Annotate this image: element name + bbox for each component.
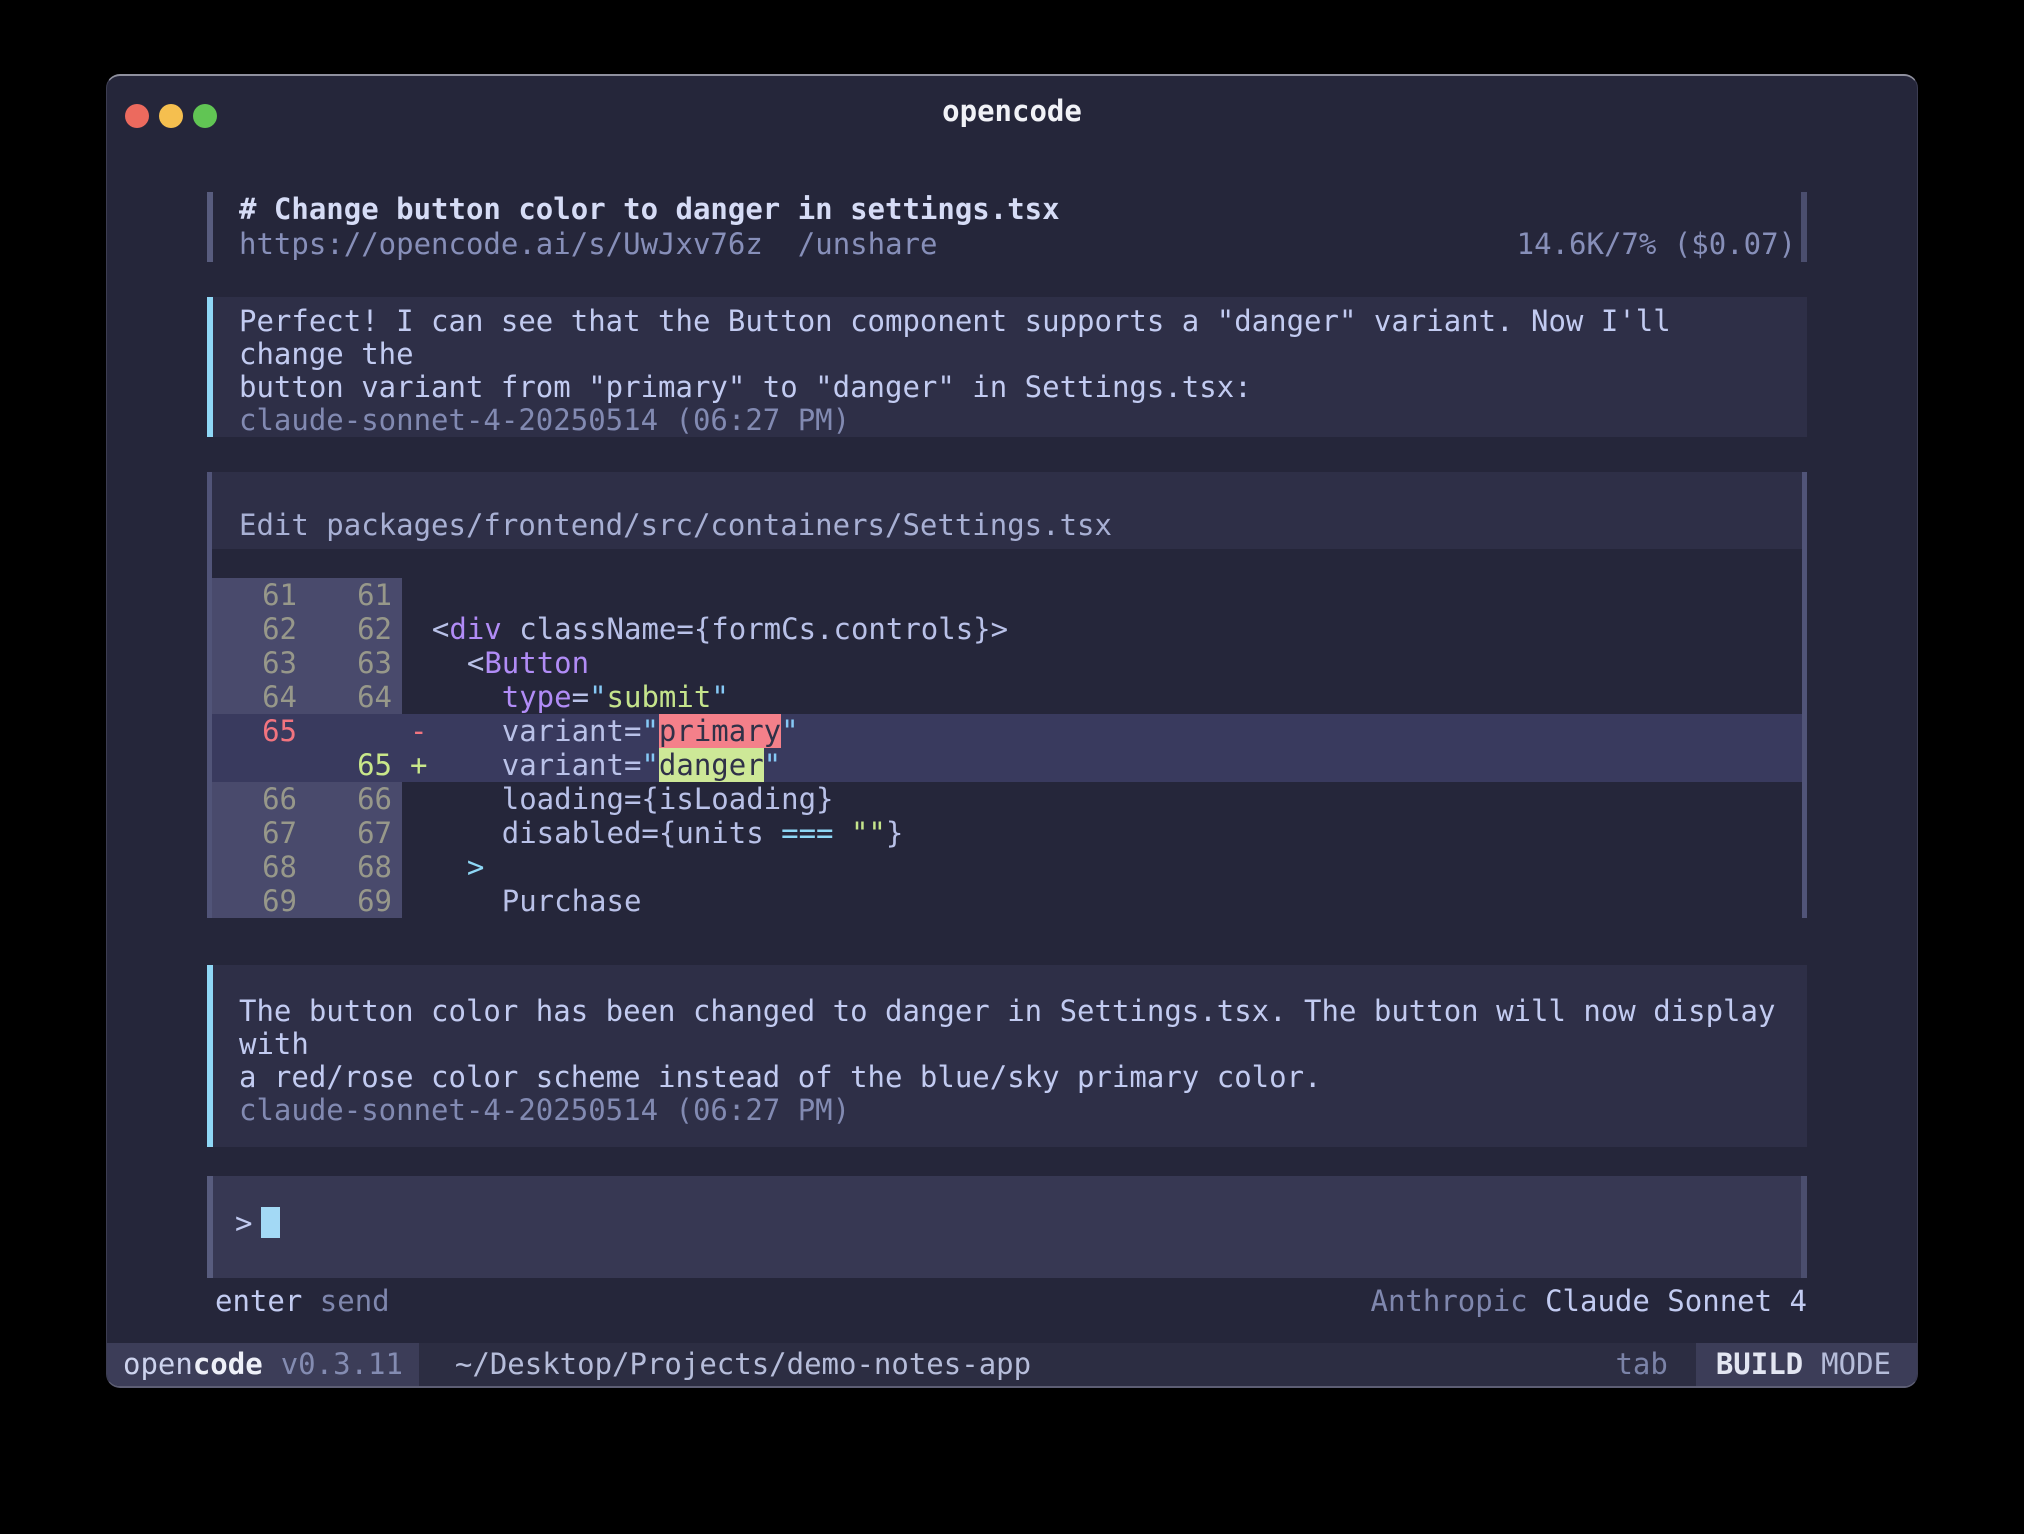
code-line: loading={isLoading} bbox=[397, 782, 834, 816]
diff-row: 6969 Purchase bbox=[212, 884, 1802, 918]
new-line-number bbox=[307, 714, 402, 748]
provider-label: Anthropic bbox=[1370, 1284, 1527, 1318]
diff-row: 6161 bbox=[212, 578, 1802, 612]
assistant-message: Perfect! I can see that the Button compo… bbox=[207, 297, 1807, 437]
new-line-number: 69 bbox=[307, 884, 402, 918]
window-title: opencode bbox=[107, 76, 1917, 146]
message-line: Perfect! I can see that the Button compo… bbox=[239, 305, 1787, 371]
message-line: a red/rose color scheme instead of the b… bbox=[239, 1061, 1787, 1094]
model-label: Claude Sonnet 4 bbox=[1545, 1284, 1807, 1318]
assistant-message: The button color has been changed to dan… bbox=[207, 965, 1807, 1147]
old-line-number: 63 bbox=[212, 646, 307, 680]
new-line-number: 67 bbox=[307, 816, 402, 850]
old-line-number: 62 bbox=[212, 612, 307, 646]
message-meta: claude-sonnet-4-20250514 (06:27 PM) bbox=[239, 1094, 1787, 1127]
new-line-number: 66 bbox=[307, 782, 402, 816]
tab-key-hint: tab bbox=[1615, 1343, 1667, 1386]
mode-mode: MODE bbox=[1821, 1347, 1891, 1381]
old-line-number: 61 bbox=[212, 578, 307, 612]
hint-row: enter send Anthropic Claude Sonnet 4 bbox=[207, 1284, 1807, 1318]
opencode-window: opencode # Change button color to danger… bbox=[106, 74, 1918, 1388]
session-title: # Change button color to danger in setti… bbox=[239, 192, 1060, 226]
message-line: The button color has been changed to dan… bbox=[239, 995, 1787, 1061]
new-line-number: 61 bbox=[307, 578, 402, 612]
new-line-number: 64 bbox=[307, 680, 402, 714]
diff-row: 6767 disabled={units === ""} bbox=[212, 816, 1802, 850]
working-directory: ~/Desktop/Projects/demo-notes-app bbox=[455, 1343, 1031, 1386]
message-line: button variant from "primary" to "danger… bbox=[239, 371, 1787, 404]
mode-chip[interactable]: BUILD MODE bbox=[1696, 1343, 1917, 1386]
old-line-number: 69 bbox=[212, 884, 307, 918]
input-right-border bbox=[1801, 1176, 1807, 1278]
code-line: variant="primary" bbox=[397, 714, 799, 748]
code-line: <Button bbox=[397, 646, 589, 680]
app-version-chip: opencode v0.3.11 bbox=[107, 1343, 419, 1386]
mode-build: BUILD bbox=[1716, 1347, 1803, 1381]
message-accent-bar bbox=[207, 297, 213, 437]
diff-row: 6868 > bbox=[212, 850, 1802, 884]
app-name-open: open bbox=[123, 1347, 193, 1381]
message-accent-bar bbox=[207, 965, 213, 1147]
new-line-number: 65 bbox=[307, 748, 402, 782]
diff-row: 65- variant="primary" bbox=[212, 714, 1802, 748]
titlebar: opencode bbox=[107, 76, 1917, 146]
edit-spacer bbox=[212, 549, 1802, 578]
app-name-code: code bbox=[193, 1347, 263, 1381]
status-bar: opencode v0.3.11 ~/Desktop/Projects/demo-… bbox=[107, 1343, 1917, 1386]
enter-key-hint: enter bbox=[215, 1284, 302, 1318]
edit-tool-block: Edit packages/frontend/src/containers/Se… bbox=[207, 472, 1807, 918]
code-line: variant="danger" bbox=[397, 748, 781, 782]
old-line-number: 68 bbox=[212, 850, 307, 884]
code-line: disabled={units === ""} bbox=[397, 816, 903, 850]
text-cursor bbox=[261, 1207, 280, 1238]
unshare-command[interactable]: /unshare bbox=[798, 227, 938, 261]
token-usage: 14.6K/7% ($0.07) bbox=[1517, 227, 1796, 262]
diff-row: 6363 <Button bbox=[212, 646, 1802, 680]
code-line: type="submit" bbox=[397, 680, 729, 714]
screen: opencode # Change button color to danger… bbox=[0, 0, 2024, 1534]
new-line-number: 68 bbox=[307, 850, 402, 884]
app-version: v0.3.11 bbox=[281, 1347, 403, 1381]
old-line-number: 67 bbox=[212, 816, 307, 850]
input-left-border bbox=[207, 1176, 213, 1278]
edit-tool-header: Edit packages/frontend/src/containers/Se… bbox=[212, 472, 1802, 549]
code-line: <div className={formCs.controls}> bbox=[397, 612, 1008, 646]
diff-rows: 61616262 <div className={formCs.controls… bbox=[212, 578, 1802, 918]
old-line-number bbox=[212, 748, 307, 782]
prompt-input[interactable]: > bbox=[207, 1176, 1807, 1278]
code-line: Purchase bbox=[397, 884, 641, 918]
old-line-number: 66 bbox=[212, 782, 307, 816]
diff-row: 6262 <div className={formCs.controls}> bbox=[212, 612, 1802, 646]
old-line-number: 65 bbox=[212, 714, 307, 748]
prompt-symbol: > bbox=[235, 1206, 252, 1240]
code-line: > bbox=[397, 850, 484, 884]
share-url[interactable]: https://opencode.ai/s/UwJxv76z bbox=[239, 227, 763, 261]
diff-row: 6464 type="submit" bbox=[212, 680, 1802, 714]
new-line-number: 63 bbox=[307, 646, 402, 680]
old-line-number: 64 bbox=[212, 680, 307, 714]
send-hint: send bbox=[320, 1284, 390, 1318]
diff-row: 6666 loading={isLoading} bbox=[212, 782, 1802, 816]
message-meta: claude-sonnet-4-20250514 (06:27 PM) bbox=[239, 404, 1787, 437]
session-header: # Change button color to danger in setti… bbox=[207, 192, 1807, 262]
diff-row: 65+ variant="danger" bbox=[212, 748, 1802, 782]
new-line-number: 62 bbox=[307, 612, 402, 646]
